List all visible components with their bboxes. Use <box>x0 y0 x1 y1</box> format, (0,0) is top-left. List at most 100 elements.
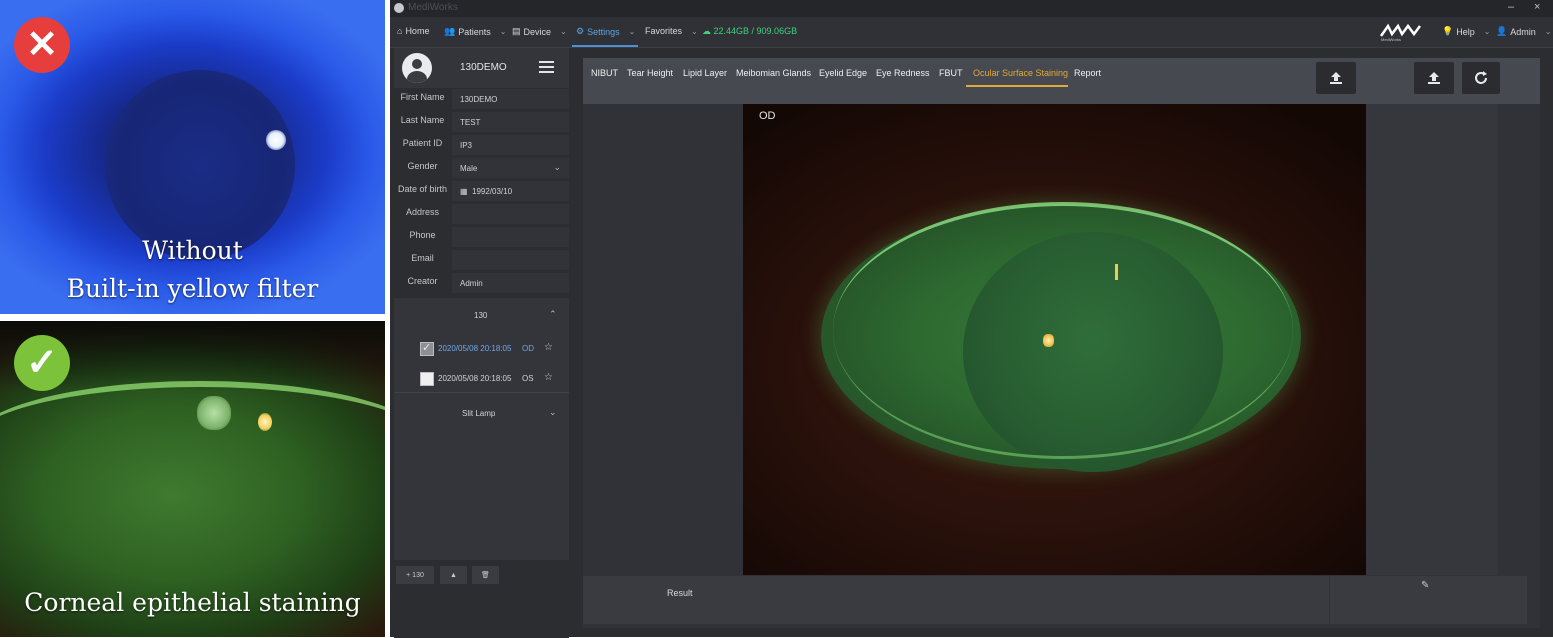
address-input[interactable] <box>452 204 569 224</box>
eye-side-label: OD <box>759 110 776 122</box>
chevron-down-icon: ⌄ <box>1544 27 1552 36</box>
tab-eye-redness[interactable]: Eye Redness <box>876 68 930 78</box>
menu-settings[interactable]: ⚙ Settings ⌄ <box>576 26 635 37</box>
patient-sidebar: 130DEMO First Name 130DEMO Last Name TES… <box>394 48 569 638</box>
tab-ocular-surface-staining[interactable]: Ocular Surface Staining <box>973 68 1068 78</box>
field-last-name: Last Name TEST <box>394 111 569 132</box>
delete-button[interactable]: 🗑 <box>472 566 499 584</box>
menu-bar: ⌂ Home 👥 Patients ⌄ ▤ Device ⌄ ⚙ Settings ⌄ Fav… <box>390 17 1553 48</box>
minimize-icon[interactable]: – <box>1508 1 1514 13</box>
divider <box>1329 576 1330 624</box>
email-label: Email <box>411 253 434 263</box>
dob-input[interactable]: ▦ 1992/03/10 <box>452 181 569 201</box>
exam-tab-bar: NIBUT Tear Height Lipid Layer Meibomian … <box>583 58 1540 104</box>
tab-meibomian-glands[interactable]: Meibomian Glands <box>736 68 811 78</box>
menu-device-label: Device <box>523 26 552 37</box>
patient-id-input[interactable]: IP3 <box>452 135 569 155</box>
menu-patients[interactable]: 👥 Patients ⌄ <box>444 26 506 37</box>
menu-home-label: Home <box>405 26 430 36</box>
refresh-icon <box>1475 71 1487 84</box>
star-icon[interactable]: ☆ <box>544 372 553 383</box>
title-bar: MediWorks – × <box>390 0 1553 17</box>
menu-admin-label: Admin <box>1510 26 1536 37</box>
session-list: 130 ⌃ 2020/05/08 20:18:05 OD ☆ 2020/05/0… <box>394 298 569 560</box>
upload-button[interactable] <box>1316 62 1356 94</box>
field-patient-id: Patient ID IP3 <box>394 134 569 155</box>
dob-value: 1992/03/10 <box>472 187 513 196</box>
star-icon[interactable]: ☆ <box>544 342 553 353</box>
patient-id-value: IP3 <box>460 141 473 150</box>
tab-fbut[interactable]: FBUT <box>939 68 963 78</box>
phone-label: Phone <box>409 230 436 240</box>
eye-image-viewer[interactable]: OD <box>743 104 1366 575</box>
record-datetime: 2020/05/08 20:18:05 <box>438 374 512 383</box>
tab-eyelid-edge[interactable]: Eyelid Edge <box>819 68 867 78</box>
comparison-without-filter: ✕ Without Built-in yellow filter <box>0 0 385 314</box>
record-checkbox[interactable] <box>420 372 434 386</box>
menu-home[interactable]: ⌂ Home <box>397 26 429 36</box>
session-group-header[interactable]: 130 ⌃ <box>394 308 569 324</box>
app-window: MediWorks – × ⌂ Home 👥 Patients ⌄ ▤ Device ⌄ … <box>390 0 1553 638</box>
last-name-value: TEST <box>460 118 481 127</box>
field-first-name: First Name 130DEMO <box>394 88 569 109</box>
tab-nibut[interactable]: NIBUT <box>591 68 618 78</box>
add-session-label: + 130 <box>406 571 424 579</box>
close-icon[interactable]: × <box>1534 1 1540 13</box>
email-input[interactable] <box>452 250 569 270</box>
first-name-input[interactable]: 130DEMO <box>452 89 569 109</box>
menu-device[interactable]: ▤ Device ⌄ <box>512 26 567 37</box>
light-reflex <box>258 413 272 431</box>
app-icon <box>394 3 404 13</box>
tab-lipid-layer[interactable]: Lipid Layer <box>683 68 727 78</box>
svg-text:MediWorks: MediWorks <box>1381 37 1401 42</box>
export-button[interactable] <box>1414 62 1454 94</box>
caption-line-1: Without <box>142 236 243 265</box>
record-eye: OD <box>522 344 534 353</box>
field-creator: Creator Admin <box>394 272 569 293</box>
storage-icon: ☁ <box>702 26 711 36</box>
address-label: Address <box>405 207 440 217</box>
calendar-icon: ▦ <box>460 187 468 196</box>
menu-help-label: Help <box>1456 26 1475 37</box>
pencil-icon[interactable]: ✎ <box>1421 580 1429 591</box>
move-up-button[interactable]: ▲ <box>440 566 467 584</box>
upload-icon <box>1330 72 1342 84</box>
field-gender: Gender Male ⌄ <box>394 157 569 178</box>
comparison-with-filter: ✓ Corneal epithelial staining <box>0 321 385 637</box>
session-record[interactable]: 2020/05/08 20:18:05 OS ☆ <box>420 371 560 387</box>
tab-report[interactable]: Report <box>1074 68 1101 78</box>
settings-active-indicator <box>572 45 638 47</box>
menu-help[interactable]: 💡 Help ⌄ <box>1442 26 1490 37</box>
slit-lamp-group-header[interactable]: Slit Lamp ⌄ <box>394 406 569 422</box>
device-icon: ▤ <box>512 26 521 36</box>
record-eye: OS <box>522 374 534 383</box>
menu-favorites-label: Favorites <box>645 26 683 36</box>
field-address: Address <box>394 203 569 224</box>
chevron-down-icon: ⌄ <box>628 27 636 36</box>
tab-tear-height[interactable]: Tear Height <box>627 68 673 78</box>
add-session-button[interactable]: + 130 <box>396 566 434 584</box>
chevron-down-icon: ⌄ <box>499 27 507 36</box>
gender-select[interactable]: Male ⌄ <box>452 158 569 178</box>
menu-icon[interactable] <box>539 61 554 76</box>
chevron-down-icon: ⌄ <box>1483 27 1491 36</box>
light-reflex <box>1043 334 1054 347</box>
menu-favorites[interactable]: Favorites ⌄ <box>645 26 698 36</box>
chevron-down-icon: ⌄ <box>691 26 698 36</box>
result-panel: Result ✎ <box>583 576 1527 624</box>
home-icon: ⌂ <box>397 26 403 36</box>
menu-admin[interactable]: 👤 Admin ⌄ <box>1496 26 1551 37</box>
first-name-value: 130DEMO <box>460 95 498 104</box>
refresh-button[interactable] <box>1462 62 1500 94</box>
avatar <box>402 53 432 83</box>
phone-input[interactable] <box>452 227 569 247</box>
patient-id-label: Patient ID <box>402 138 443 148</box>
field-email: Email <box>394 249 569 270</box>
last-name-input[interactable]: TEST <box>452 112 569 132</box>
record-checkbox[interactable] <box>420 341 434 356</box>
storage-indicator: ☁ 22.44GB / 909.06GB <box>702 26 797 37</box>
storage-text: 22.44GB / 909.06GB <box>713 26 798 36</box>
session-record[interactable]: 2020/05/08 20:18:05 OD ☆ <box>420 341 560 357</box>
creator-input[interactable]: Admin <box>452 273 569 293</box>
chevron-down-icon: ⌄ <box>560 27 567 36</box>
